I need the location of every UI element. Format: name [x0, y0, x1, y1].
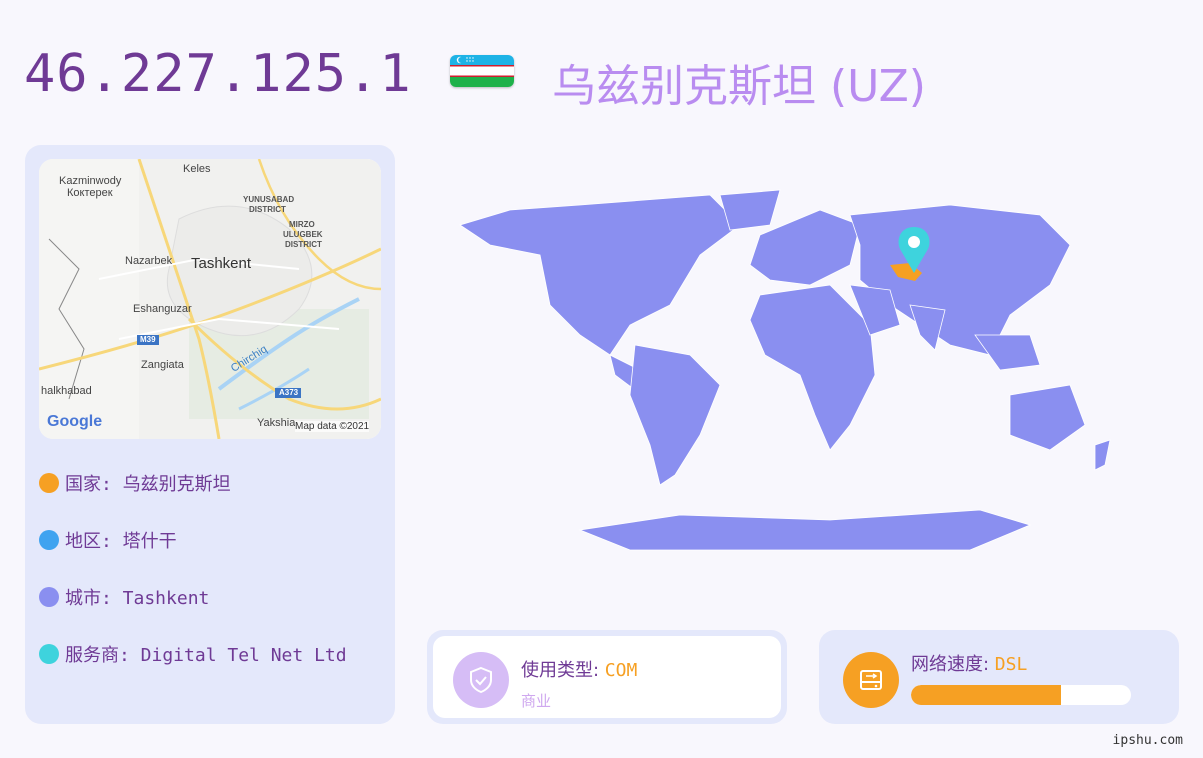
network-speed-label-text: 网络速度:: [911, 654, 995, 675]
map-label-yunusabad: YUNUSABAD: [243, 195, 295, 204]
network-speed-value: DSL: [994, 654, 1028, 675]
ip-address: 46.227.125.1: [24, 44, 412, 104]
country-title: 乌兹别克斯坦 (UZ): [552, 61, 926, 112]
info-isp-text: 服务商: Digital Tel Net Ltd: [65, 645, 347, 666]
usage-type-card: 使用类型: COM 商业: [427, 630, 787, 724]
usage-type-label-text: 使用类型:: [521, 660, 605, 681]
usage-type-value: COM: [604, 660, 638, 681]
info-country-text: 国家: 乌兹别克斯坦: [65, 474, 231, 495]
region-dot-icon: [39, 530, 59, 550]
info-country-row: 国家: 乌兹别克斯坦: [39, 470, 231, 496]
north-america-shape: [459, 194, 741, 356]
india-shape: [909, 304, 946, 351]
usage-type-sub: 商业: [521, 692, 552, 710]
map-label-keles: Keles: [183, 163, 211, 175]
map-label-a373: A373: [279, 388, 299, 397]
info-city-text: 城市: Tashkent: [65, 588, 210, 609]
map-label-m39: M39: [140, 335, 156, 344]
network-drive-icon: [843, 652, 899, 708]
greenland-shape: [719, 189, 781, 231]
map-label-zangiata: Zangiata: [141, 359, 184, 371]
site-watermark: ipshu.com: [1112, 733, 1183, 748]
asia-shape: [849, 204, 1071, 356]
map-attribution: Map data ©2021: [295, 421, 370, 432]
shield-check-icon: [453, 652, 509, 708]
isp-dot-icon: [39, 644, 59, 664]
network-speed-card: 网络速度: DSL: [819, 630, 1179, 724]
africa-shape: [749, 284, 876, 451]
info-isp-row: 服务商: Digital Tel Net Ltd: [39, 641, 347, 667]
map-label-eshanguzar: Eshanguzar: [133, 303, 192, 315]
map-label-ulugbek-district: DISTRICT: [285, 240, 322, 249]
info-region-row: 地区: 塔什干: [39, 527, 177, 553]
network-speed-bar: [911, 685, 1131, 705]
uzbekistan-flag-icon: [450, 55, 514, 87]
map-label-yunusabad-district: DISTRICT: [249, 205, 286, 214]
antarctica-shape: [578, 509, 1032, 551]
map-label-mirzo: MIRZO: [289, 220, 315, 229]
info-region-text: 地区: 塔什干: [65, 531, 177, 552]
world-map: [430, 185, 1150, 555]
google-logo: Google: [47, 413, 103, 430]
usage-type-label: 使用类型: COM: [521, 656, 637, 682]
network-speed-bar-fill: [911, 685, 1061, 705]
country-dot-icon: [39, 473, 59, 493]
city-dot-icon: [39, 587, 59, 607]
new-zealand-shape: [1094, 439, 1111, 471]
map-label-yakshia: Yakshia: [257, 417, 296, 429]
map-label-koktereк: Кoктерек: [67, 187, 113, 199]
location-mini-map[interactable]: Keles Kazminwody Кoктерек YUNUSABAD DIST…: [39, 159, 381, 439]
map-label-kazminwody: Kazminwody: [59, 175, 122, 187]
australia-shape: [1009, 384, 1086, 451]
network-speed-label: 网络速度: DSL: [911, 650, 1027, 676]
map-label-tashkent: Tashkent: [191, 255, 252, 272]
south-america-shape: [629, 344, 721, 486]
map-label-halkhabad: halkhabad: [41, 385, 92, 397]
map-label-ulugbek: ULUGBEK: [283, 230, 323, 239]
info-city-row: 城市: Tashkent: [39, 584, 209, 610]
info-panel: Keles Kazminwody Кoктерек YUNUSABAD DIST…: [25, 145, 395, 724]
map-label-nazarbek: Nazarbek: [125, 255, 173, 267]
